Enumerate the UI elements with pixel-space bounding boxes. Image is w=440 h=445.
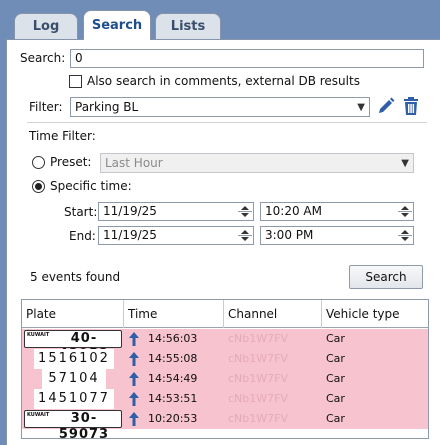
start-time-value: 10:20 AM [265,204,322,218]
tab-lists-label: Lists [170,19,206,34]
plate-number: 1451077 [34,389,114,409]
chevron-down-icon: ▼ [357,102,365,113]
table-header: Plate Time Channel Vehicle type [22,300,428,328]
time-value: 14:55:08 [148,352,198,365]
table-row[interactable]: 57104 14:54:49 cNb1W7FV Car [22,369,428,389]
also-search-checkbox[interactable] [69,75,82,88]
tab-bar: Log Search Lists [0,0,440,40]
time-value: 10:20:53 [148,412,198,425]
time-filter-title: Time Filter: [29,129,96,143]
plate-country-tag: KUWAIT [27,412,50,418]
plate-country-tag: KUWAIT [27,332,50,338]
results-table[interactable]: Plate Time Channel Vehicle type KUWAIT 4… [21,299,429,442]
end-date-spinner[interactable] [238,228,252,243]
preset-select[interactable]: Last Hour ▼ [100,153,414,173]
start-label: Start: [64,205,98,219]
trash-icon[interactable] [402,96,420,116]
time-value: 14:54:49 [148,372,198,385]
tab-search[interactable]: Search [83,10,151,40]
vehicle-type-cell: Car [326,412,345,425]
events-found-label: 5 events found [30,270,121,284]
tab-search-label: Search [91,18,143,33]
start-time-spinner[interactable] [398,204,412,219]
column-header-plate[interactable]: Plate [22,300,124,328]
time-cell: 14:55:08 [124,349,224,369]
search-input[interactable]: 0 [70,49,424,68]
vehicle-type-cell: Car [326,352,345,365]
table-row[interactable]: 1451077 14:53:51 cNb1W7FV Car [22,389,428,409]
end-label: End: [69,229,96,243]
direction-up-icon [129,392,139,406]
direction-up-icon [129,412,139,426]
separator [27,122,427,123]
table-row[interactable]: KUWAIT 30-59073 10:20:53 cNb1W7FV Car [22,409,428,442]
time-value: 14:53:51 [148,392,198,405]
time-cell: 10:20:53 [124,409,224,429]
direction-up-icon [129,372,139,386]
start-date-spinner[interactable] [238,204,252,219]
end-date-input[interactable]: 11/19/25 [98,226,254,245]
start-date-input[interactable]: 11/19/25 [98,202,254,221]
end-time-input[interactable]: 3:00 PM [260,226,414,245]
table-row[interactable]: KUWAIT 40-43953 14:56:03 cNb1W7FV Car [22,329,428,362]
plate-number: 57104 [42,369,106,389]
channel-cell: cNb1W7FV [228,412,288,425]
search-label: Search: [20,51,66,65]
search-panel: Search: 0 Also search in comments, exter… [6,39,440,445]
channel-cell: cNb1W7FV [228,352,288,365]
channel-cell: cNb1W7FV [228,332,288,345]
specific-time-label: Specific time: [50,179,132,193]
column-header-channel[interactable]: Channel [224,300,322,328]
preset-radio[interactable] [32,156,45,169]
plate-number: 30-59073 [58,411,110,442]
time-cell: 14:54:49 [124,369,224,389]
column-header-vehicle-type[interactable]: Vehicle type [322,300,428,328]
vehicle-type-cell: Car [326,392,345,405]
direction-up-icon [129,352,139,366]
filter-select-value: Parking BL [75,100,139,114]
end-date-value: 11/19/25 [103,228,157,242]
time-cell: 14:56:03 [124,329,224,349]
chevron-down-icon: ▼ [401,158,409,169]
table-row[interactable]: 1516102 14:55:08 cNb1W7FV Car [22,349,428,369]
tab-lists[interactable]: Lists [155,13,221,39]
search-button[interactable]: Search [349,265,423,289]
time-value: 14:56:03 [148,332,198,345]
start-time-input[interactable]: 10:20 AM [260,202,414,221]
plate-number: 1516102 [34,349,114,369]
plate-image: KUWAIT 30-59073 [24,410,122,442]
end-time-spinner[interactable] [398,228,412,243]
direction-up-icon [129,332,139,346]
also-search-label: Also search in comments, external DB res… [87,74,360,88]
pencil-icon[interactable] [376,96,396,116]
start-date-value: 11/19/25 [103,204,157,218]
preset-select-value: Last Hour [105,156,163,170]
specific-time-radio[interactable] [32,180,45,193]
tab-log[interactable]: Log [14,13,78,39]
end-time-value: 3:00 PM [265,228,314,242]
vehicle-type-cell: Car [326,372,345,385]
filter-label: Filter: [29,100,63,114]
channel-cell: cNb1W7FV [228,372,288,385]
column-header-time[interactable]: Time [124,300,224,328]
time-cell: 14:53:51 [124,389,224,409]
tab-log-label: Log [32,19,60,34]
vehicle-type-cell: Car [326,332,345,345]
channel-cell: cNb1W7FV [228,392,288,405]
filter-select[interactable]: Parking BL ▼ [70,97,370,117]
preset-label: Preset: [50,155,92,169]
plate-image: KUWAIT 40-43953 [24,330,122,362]
